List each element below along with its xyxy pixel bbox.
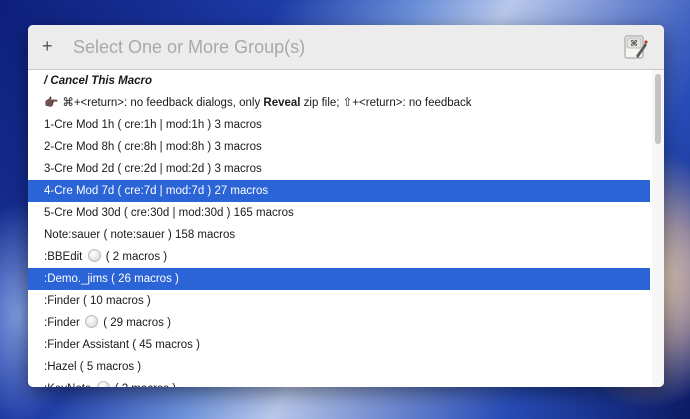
status-circle-icon [85, 315, 98, 328]
status-circle-icon [87, 249, 101, 262]
list-item[interactable]: :BBEdit ( 2 macros ) [28, 246, 650, 268]
palette-header: + Select One or More Group(s) ⌘ [28, 25, 664, 70]
list-item-text: ( 2 macros ) [102, 251, 168, 263]
list-item-text: Note:sauer ( note:sauer ) 158 macros [44, 229, 236, 241]
group-selection-palette: + Select One or More Group(s) ⌘ / Cancel… [28, 25, 664, 387]
list-item[interactable]: :Hazel ( 5 macros ) [28, 356, 650, 378]
list-item[interactable]: 1-Cre Mod 1h ( cre:1h | mod:1h ) 3 macro… [28, 114, 650, 136]
list-item-text: ( 26 macros ) [107, 273, 179, 285]
list-item-text: Reveal [263, 97, 301, 109]
list-item-text: 5-Cre Mod 30d ( cre:30d | mod:30d ) 165 … [44, 207, 294, 219]
list-item-selected[interactable]: 4-Cre Mod 7d ( cre:7d | mod:7d ) 27 macr… [28, 180, 650, 202]
list-item-text: :KeyNote [44, 383, 95, 387]
list-item[interactable]: 2-Cre Mod 8h ( cre:8h | mod:8h ) 3 macro… [28, 136, 650, 158]
list-item[interactable]: / Cancel This Macro [28, 70, 650, 92]
status-circle-icon [96, 381, 110, 387]
list-item[interactable]: 5-Cre Mod 30d ( cre:30d | mod:30d ) 165 … [28, 202, 650, 224]
list-item[interactable]: :Finder ( 29 macros ) [28, 312, 650, 334]
list-item-text: zip file; ⇧+<return>: no feedback [300, 97, 472, 109]
list-item[interactable]: :Finder Assistant ( 45 macros ) [28, 334, 650, 356]
palette-prompt[interactable]: Select One or More Group(s) [73, 35, 305, 59]
list-item-text: :Hazel ( 5 macros ) [44, 361, 142, 373]
list-item[interactable]: :KeyNote ( 2 macros ) [28, 378, 650, 387]
list-item[interactable]: 👉🏿 ⌘+<return>: no feedback dialogs, only… [28, 92, 650, 114]
list-item-text: ( 2 macros ) [112, 383, 176, 387]
list-item[interactable]: 3-Cre Mod 2d ( cre:2d | mod:2d ) 3 macro… [28, 158, 650, 180]
add-plus-icon[interactable]: + [42, 34, 53, 58]
list-item-text: ( 29 macros ) [100, 317, 171, 329]
svg-text:⌘: ⌘ [630, 39, 638, 48]
list-item-text: :Demo._jims [44, 273, 108, 285]
list-item-text: 4-Cre Mod 7d ( cre:7d | mod:7d ) 27 macr… [44, 185, 269, 197]
keyboard-maestro-icon: ⌘ [624, 35, 648, 59]
list-item-selected[interactable]: :Demo._jims ( 26 macros ) [28, 268, 650, 290]
list-item-text: :Finder ( 10 macros ) [44, 295, 151, 307]
desktop-background: + Select One or More Group(s) ⌘ / Cancel… [0, 0, 690, 419]
list-item-text: 3-Cre Mod 2d ( cre:2d | mod:2d ) 3 macro… [44, 163, 262, 175]
list-item-text: 2-Cre Mod 8h ( cre:8h | mod:8h ) 3 macro… [44, 141, 262, 153]
pointing-hand-icon: 👉🏿 [44, 97, 59, 109]
list-item-text: / Cancel This Macro [44, 75, 153, 87]
list-item-text: :Finder [44, 317, 83, 329]
list-item-text: :Finder Assistant ( 45 macros ) [44, 339, 200, 351]
list-item-text: ⌘+<return>: no feedback dialogs, only [62, 97, 264, 109]
list-item[interactable]: Note:sauer ( note:sauer ) 158 macros [28, 224, 650, 246]
group-list: / Cancel This Macro 👉🏿 ⌘+<return>: no fee… [28, 70, 650, 387]
scrollbar-thumb[interactable] [655, 74, 661, 144]
list-item[interactable]: :Finder ( 10 macros ) [28, 290, 650, 312]
list-scrollbar[interactable] [652, 70, 664, 387]
list-item-text: 1-Cre Mod 1h ( cre:1h | mod:1h ) 3 macro… [44, 119, 262, 131]
list-item-text: :BBEdit [44, 251, 86, 263]
